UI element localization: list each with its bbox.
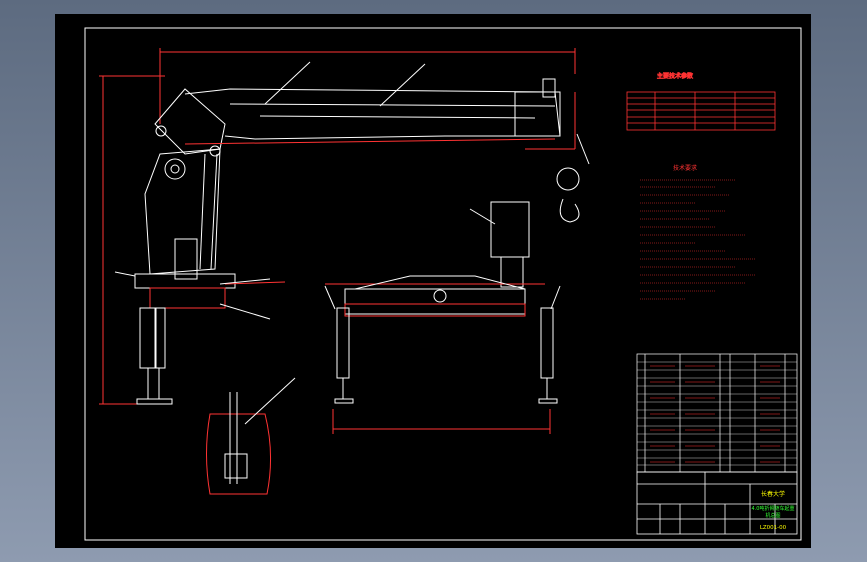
spec-table: 主要技术参数 — [626, 72, 776, 131]
tech-req-heading: 技术要求 — [673, 164, 697, 172]
cad-drawing-viewport[interactable]: 主要技术参数 技术要求 长春大学 4.0吨折臂随车起重 机总图 LZ001-00 — [55, 14, 811, 548]
title-block-school: 长春大学 — [761, 490, 785, 498]
title-block-title-line1: 4.0吨折臂随车起重 — [752, 505, 795, 512]
title-block-drawing-number: LZ001-00 — [760, 525, 787, 531]
crane-front-view — [324, 201, 561, 434]
parts-list-table — [636, 353, 798, 473]
crane-side-view — [99, 48, 590, 405]
cad-drawing: 主要技术参数 技术要求 长春大学 4.0吨折臂随车起重 机总图 LZ001-00 — [84, 27, 802, 541]
title-block-title-line2: 机总图 — [765, 512, 780, 519]
technical-requirements: 技术要求 — [640, 164, 755, 300]
spec-table-heading: 主要技术参数 — [657, 72, 693, 80]
detail-view — [206, 377, 296, 495]
